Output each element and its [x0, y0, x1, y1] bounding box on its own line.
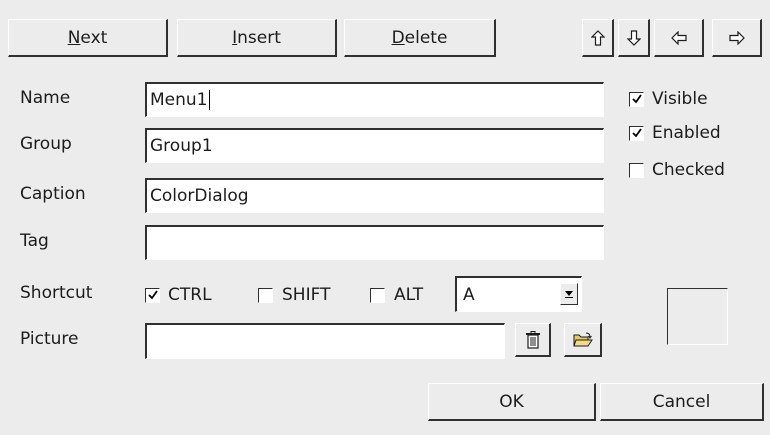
shortcut-key-select[interactable]: A	[455, 276, 582, 312]
enabled-label: Enabled	[652, 123, 721, 143]
name-field[interactable]: Menu1	[145, 82, 604, 117]
name-value: Menu1	[150, 90, 208, 110]
ctrl-label: CTRL	[168, 285, 212, 305]
dropdown-arrow-icon	[565, 291, 573, 298]
caption-label: Caption	[20, 184, 86, 204]
shortcut-label: Shortcut	[20, 283, 93, 303]
check-mark-icon	[147, 290, 158, 300]
chevron-down-icon[interactable]	[560, 283, 578, 305]
alt-label: ALT	[394, 285, 424, 305]
arrow-right-icon	[728, 30, 745, 45]
shift-checkbox[interactable]: SHIFT	[258, 285, 330, 305]
cancel-button[interactable]: Cancel	[600, 383, 764, 421]
visible-checkbox[interactable]: Visible	[629, 89, 708, 109]
ok-button-label: OK	[499, 391, 524, 412]
move-up-button[interactable]	[582, 19, 614, 57]
insert-button-label: Insert	[232, 27, 281, 48]
next-button-label: Next	[67, 27, 108, 48]
group-label: Group	[20, 134, 72, 154]
clear-picture-button[interactable]	[515, 323, 551, 357]
visible-label: Visible	[652, 89, 708, 109]
trash-icon	[525, 330, 541, 349]
picture-label: Picture	[20, 329, 79, 349]
enabled-checkbox[interactable]: Enabled	[629, 123, 721, 143]
alt-checkbox[interactable]: ALT	[370, 285, 423, 305]
name-label: Name	[20, 88, 71, 108]
shortcut-key-value: A	[463, 284, 475, 305]
check-mark-icon	[631, 94, 642, 104]
arrow-left-icon	[670, 30, 687, 45]
move-down-button[interactable]	[618, 19, 650, 57]
caption-field[interactable]: ColorDialog	[145, 178, 604, 213]
open-picture-button[interactable]	[564, 323, 602, 357]
group-field[interactable]: Group1	[145, 128, 604, 163]
text-caret	[208, 90, 210, 110]
insert-button[interactable]: Insert	[177, 19, 337, 57]
enabled-check-box[interactable]	[629, 125, 644, 141]
move-right-button[interactable]	[712, 19, 762, 57]
ctrl-check-box[interactable]	[145, 287, 160, 303]
caption-value: ColorDialog	[150, 186, 249, 206]
tag-field[interactable]	[145, 225, 604, 260]
arrow-up-icon	[590, 29, 605, 46]
move-left-button[interactable]	[654, 19, 704, 57]
alt-check-box[interactable]	[370, 287, 385, 303]
arrow-down-icon	[626, 29, 641, 46]
ok-button[interactable]: OK	[428, 383, 596, 421]
picture-preview	[667, 288, 728, 345]
shift-check-box[interactable]	[258, 287, 273, 303]
group-value: Group1	[150, 136, 213, 156]
picture-field[interactable]	[145, 323, 505, 359]
shift-label: SHIFT	[282, 285, 331, 305]
delete-button[interactable]: Delete	[344, 19, 496, 57]
delete-button-label: Delete	[391, 27, 448, 48]
cancel-button-label: Cancel	[652, 391, 711, 412]
visible-check-box[interactable]	[629, 91, 644, 107]
ctrl-checkbox[interactable]: CTRL	[145, 285, 212, 305]
check-mark-icon	[631, 128, 642, 138]
checked-check-box[interactable]	[629, 162, 644, 178]
next-button[interactable]: Next	[8, 19, 168, 57]
checked-label: Checked	[652, 160, 725, 180]
tag-label: Tag	[20, 231, 49, 251]
checked-checkbox[interactable]: Checked	[629, 160, 725, 180]
folder-open-icon	[572, 332, 593, 348]
